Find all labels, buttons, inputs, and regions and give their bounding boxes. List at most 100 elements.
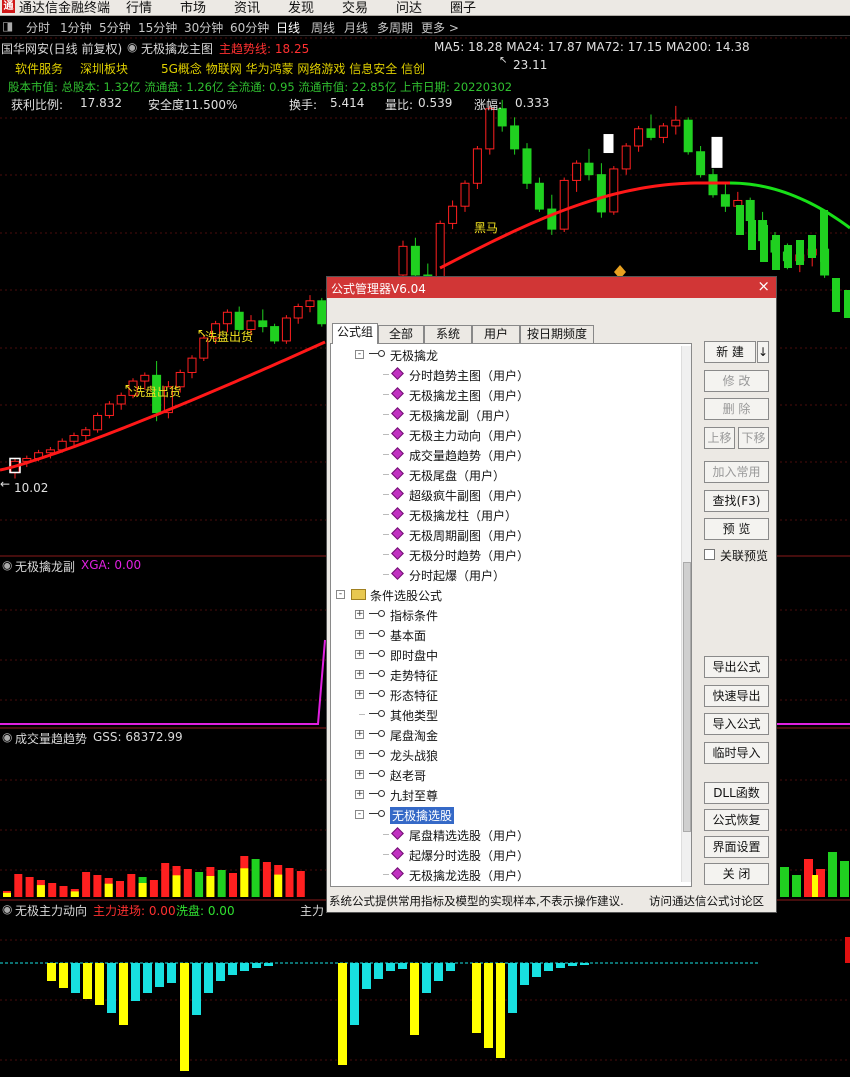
menu-item-shichang[interactable]: 市场 xyxy=(180,0,206,15)
tree-formula-item[interactable]: 无极擒龙主图（用户） xyxy=(331,384,679,404)
dialog-titlebar[interactable]: 公式管理器V6.04 × xyxy=(327,277,776,298)
close-button[interactable]: 关 闭 xyxy=(704,863,769,885)
menu-item-wenda[interactable]: 问达 xyxy=(396,0,422,15)
menu-item-faxian[interactable]: 发现 xyxy=(288,0,314,15)
period-more[interactable]: 更多 > xyxy=(421,19,459,36)
import-formula-button[interactable]: 导入公式 xyxy=(704,713,769,735)
collapse-toggle-icon[interactable]: - xyxy=(355,810,364,819)
collapse-toggle-icon[interactable]: - xyxy=(355,350,364,359)
collapse-toggle-icon[interactable]: - xyxy=(336,590,345,599)
tree-group-item[interactable]: - 无极擒龙 xyxy=(331,344,679,364)
period-multi[interactable]: 多周期 xyxy=(377,19,413,36)
panel-settings-icon[interactable]: ◉ xyxy=(2,902,12,916)
add-common-button[interactable]: 加入常用 xyxy=(704,461,769,483)
tree-group-item[interactable]: + 形态特征 xyxy=(331,684,679,704)
tree-group-item[interactable]: + 基本面 xyxy=(331,624,679,644)
period-weekly[interactable]: 周线 xyxy=(311,19,335,36)
tab-user[interactable]: 用户 xyxy=(472,325,520,343)
sub-indicator-name[interactable]: 无极擒龙副 xyxy=(15,558,75,575)
quick-export-button[interactable]: 快速导出 xyxy=(704,685,769,707)
period-15min[interactable]: 15分钟 xyxy=(138,19,177,36)
tab-by-date-frequency[interactable]: 按日期频度 xyxy=(520,325,594,343)
tree-group-item[interactable]: + 龙头战狼 xyxy=(331,744,679,764)
tab-all[interactable]: 全部 xyxy=(378,325,424,343)
formula-tree[interactable]: - 无极擒龙 分时趋势主图（用户） 无极擒龙主图（用户） 无极擒龙副（用户） 无极主力动向… xyxy=(330,343,692,887)
panel-settings-icon[interactable]: ◉ xyxy=(2,558,12,572)
move-up-button[interactable]: 上移 xyxy=(704,427,735,449)
tree-group-item[interactable]: + 走势特征 xyxy=(331,664,679,684)
tree-formula-item[interactable]: 无极周期副图（用户） xyxy=(331,524,679,544)
dll-function-button[interactable]: DLL函数 xyxy=(704,782,769,804)
link-preview-checkbox[interactable] xyxy=(704,549,715,560)
tree-formula-item[interactable]: 无极主力动向（用户） xyxy=(331,424,679,444)
preview-button[interactable]: 预 览 xyxy=(704,518,769,540)
expand-toggle-icon[interactable]: + xyxy=(355,770,364,779)
period-monthly[interactable]: 月线 xyxy=(344,19,368,36)
tree-formula-item[interactable]: 尾盘精选选股（用户） xyxy=(331,824,679,844)
expand-toggle-icon[interactable]: + xyxy=(355,690,364,699)
tree-formula-item[interactable]: 无极尾盘（用户） xyxy=(331,464,679,484)
volume-indicator-name[interactable]: 成交量趋趋势 xyxy=(15,730,87,747)
tree-folder-item[interactable]: - 条件选股公式 xyxy=(331,584,679,604)
move-down-button[interactable]: 下移 xyxy=(738,427,769,449)
tree-formula-item[interactable]: 无极擒龙副（用户） xyxy=(331,404,679,424)
expand-toggle-icon[interactable]: + xyxy=(355,790,364,799)
status-text: 系统公式提供常用指标及模型的实现样本,不表示操作建议. xyxy=(329,894,624,908)
tree-formula-item[interactable]: 成交量趋趋势（用户） xyxy=(331,444,679,464)
period-60min[interactable]: 60分钟 xyxy=(230,19,269,36)
high-arrow-icon: ↖ xyxy=(499,55,508,66)
expand-toggle-icon[interactable]: + xyxy=(355,750,364,759)
tree-formula-item[interactable]: 起爆分时选股（用户） xyxy=(331,844,679,864)
export-formula-button[interactable]: 导出公式 xyxy=(704,656,769,678)
tree-item-label: 无极主力动向（用户） xyxy=(409,429,530,443)
main-indicator-name[interactable]: 无极擒龙主图 xyxy=(141,40,213,57)
tab-system[interactable]: 系统 xyxy=(424,325,472,343)
tree-group-item[interactable]: + 指标条件 xyxy=(331,604,679,624)
new-formula-button[interactable]: 新 建 xyxy=(704,341,756,363)
main-force-indicator-name[interactable]: 无极主力动向 xyxy=(15,902,87,919)
tree-group-item[interactable]: + 赵老哥 xyxy=(331,764,679,784)
sidebar-toggle-icon[interactable]: ◨ xyxy=(2,19,13,33)
temp-import-button[interactable]: 临时导入 xyxy=(704,742,769,764)
tree-formula-item[interactable]: 无极擒龙选股（用户） xyxy=(331,864,679,884)
ui-settings-button[interactable]: 界面设置 xyxy=(704,836,769,858)
tree-formula-item[interactable]: 无极擒龙柱（用户） xyxy=(331,504,679,524)
candle-body xyxy=(510,125,520,150)
scrollbar-thumb[interactable] xyxy=(683,562,691,832)
new-dropdown-arrow-icon[interactable]: ↓ xyxy=(757,341,769,363)
menu-item-jiaoyi[interactable]: 交易 xyxy=(342,0,368,15)
tree-group-item[interactable]: 其他类型 xyxy=(331,704,679,724)
expand-toggle-icon[interactable]: + xyxy=(355,610,364,619)
menu-item-hangqing[interactable]: 行情 xyxy=(126,0,152,15)
modify-button[interactable]: 修 改 xyxy=(704,370,769,392)
period-5min[interactable]: 5分钟 xyxy=(99,19,131,36)
tree-formula-item[interactable]: 分时起爆（用户） xyxy=(331,564,679,584)
period-fenshi[interactable]: 分时 xyxy=(26,19,50,36)
period-30min[interactable]: 30分钟 xyxy=(184,19,223,36)
period-1min[interactable]: 1分钟 xyxy=(60,19,92,36)
expand-toggle-icon[interactable]: + xyxy=(355,670,364,679)
tree-formula-item[interactable]: 无极分时趋势（用户） xyxy=(331,544,679,564)
tree-formula-item[interactable]: 分时趋势主图（用户） xyxy=(331,364,679,384)
expand-toggle-icon[interactable]: + xyxy=(355,630,364,639)
tree-group-item[interactable]: + 即时盘中 xyxy=(331,644,679,664)
find-button[interactable]: 查找(F3) xyxy=(704,490,769,512)
expand-toggle-icon[interactable]: + xyxy=(355,730,364,739)
forum-link[interactable]: 访问通达信公式讨论区 xyxy=(649,893,764,909)
tree-scrollbar[interactable] xyxy=(681,346,691,882)
tree-formula-item[interactable]: 超级疯牛副图（用户） xyxy=(331,484,679,504)
panel-settings-icon[interactable]: ◉ xyxy=(2,730,12,744)
restore-formula-button[interactable]: 公式恢复 xyxy=(704,809,769,831)
delete-button[interactable]: 删 除 xyxy=(704,398,769,420)
expand-toggle-icon[interactable]: + xyxy=(355,650,364,659)
tree-group-item[interactable]: - 无极擒选股 xyxy=(331,804,679,824)
close-icon[interactable]: × xyxy=(757,277,770,295)
link-preview-label[interactable]: 关联预览 xyxy=(720,547,768,564)
tree-group-item[interactable]: + 九封至尊 xyxy=(331,784,679,804)
menu-item-zixun[interactable]: 资讯 xyxy=(234,0,260,15)
period-daily[interactable]: 日线 xyxy=(276,19,300,36)
tab-formula-group[interactable]: 公式组 xyxy=(332,323,378,344)
tree-group-item[interactable]: + 尾盘淘金 xyxy=(331,724,679,744)
indicator-icon[interactable]: ◉ xyxy=(127,40,137,54)
menu-item-quanzi[interactable]: 圈子 xyxy=(450,0,476,15)
